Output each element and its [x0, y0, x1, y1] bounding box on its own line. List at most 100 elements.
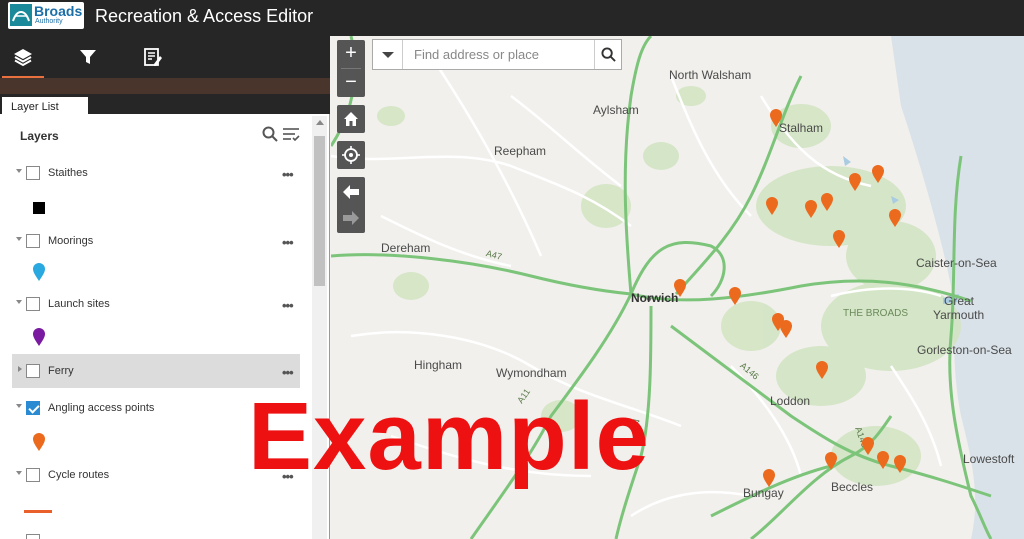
- place-caister-on-sea: Caister-on-Sea: [916, 256, 997, 270]
- search-icon: [601, 47, 616, 62]
- widget-toolbar: [0, 36, 330, 78]
- locate-button[interactable]: [337, 141, 365, 169]
- place-great: Great: [944, 294, 975, 308]
- angling-access-pin-icon[interactable]: [762, 468, 776, 488]
- layer-label: Angling access points: [48, 402, 155, 414]
- zoom-control: + −: [337, 40, 365, 97]
- layer-row-moorings[interactable]: Moorings •••: [12, 224, 300, 258]
- filter-list-icon[interactable]: [282, 126, 300, 142]
- back-arrow-icon[interactable]: [343, 185, 359, 199]
- layer-row-staithes[interactable]: Staithes •••: [12, 156, 300, 190]
- panel-tab-bar: Layer List: [0, 94, 330, 115]
- angling-access-pin-icon[interactable]: [888, 208, 902, 228]
- place-wymondham: Wymondham: [496, 366, 567, 380]
- layer-options-icon[interactable]: •••: [282, 235, 294, 250]
- layer-visibility-checkbox[interactable]: [26, 534, 40, 539]
- expand-caret-icon[interactable]: [16, 300, 22, 304]
- launch-sites-legend-pin-icon: [33, 328, 45, 346]
- layer-label: Cycle routes: [48, 469, 110, 481]
- layer-options-icon[interactable]: •••: [282, 365, 294, 380]
- logo-subtitle: Authority: [35, 18, 63, 25]
- place-bungay: Bungay: [743, 486, 784, 500]
- layer-visibility-checkbox[interactable]: [26, 234, 40, 248]
- app-header: Broads Authority Recreation & Access Edi…: [0, 0, 1024, 36]
- layer-label: Launch sites: [48, 298, 110, 310]
- place-dereham: Dereham: [381, 241, 431, 255]
- angling-access-pin-icon[interactable]: [804, 199, 818, 219]
- place-north-walsham: North Walsham: [669, 68, 752, 82]
- expand-caret-icon[interactable]: [16, 237, 22, 241]
- layer-visibility-checkbox[interactable]: [26, 401, 40, 415]
- cycle-routes-legend-line: [24, 510, 52, 513]
- forward-arrow-icon[interactable]: [343, 211, 359, 225]
- layer-label: Moorings: [48, 235, 94, 247]
- layers-heading: Layers: [20, 129, 59, 143]
- layer-row-partial[interactable]: [12, 530, 300, 539]
- zoom-in-button[interactable]: +: [337, 40, 365, 68]
- layer-label: Ferry: [48, 365, 74, 377]
- layers-tool-button[interactable]: [2, 36, 44, 78]
- scroll-thumb[interactable]: [314, 136, 325, 286]
- broads-authority-logo: Broads Authority: [8, 2, 84, 29]
- place-reepham: Reepham: [494, 144, 547, 158]
- layer-label: Staithes: [48, 167, 88, 179]
- extent-navigation: [337, 177, 365, 233]
- moorings-legend-pin-icon: [33, 263, 45, 281]
- angling-access-pin-icon[interactable]: [861, 436, 875, 456]
- filter-tool-button[interactable]: [67, 36, 109, 78]
- angling-access-pin-icon[interactable]: [871, 164, 885, 184]
- home-icon: [344, 112, 358, 126]
- layer-row-launch-sites[interactable]: Launch sites •••: [12, 287, 300, 321]
- search-icon[interactable]: [262, 126, 278, 142]
- place-stalham: Stalham: [779, 121, 824, 135]
- collapse-caret-icon[interactable]: [18, 366, 22, 372]
- angling-access-pin-icon[interactable]: [815, 360, 829, 380]
- angling-access-pin-icon[interactable]: [848, 172, 862, 192]
- angling-access-pin-icon[interactable]: [820, 192, 834, 212]
- expand-caret-icon[interactable]: [16, 169, 22, 173]
- layer-visibility-checkbox[interactable]: [26, 364, 40, 378]
- angling-access-pin-icon[interactable]: [876, 450, 890, 470]
- place-beccles: Beccles: [831, 480, 874, 494]
- scroll-up-arrow-icon[interactable]: [316, 120, 324, 125]
- layers-icon: [14, 49, 32, 67]
- angling-access-pin-icon[interactable]: [824, 451, 838, 471]
- place-yarmouth: Yarmouth: [933, 308, 985, 322]
- layer-options-icon[interactable]: •••: [282, 298, 294, 313]
- layer-visibility-checkbox[interactable]: [26, 297, 40, 311]
- place-gorleston-on-sea: Gorleston-on-Sea: [917, 343, 1012, 357]
- zoom-out-button[interactable]: −: [337, 69, 365, 97]
- place-hingham: Hingham: [414, 358, 463, 372]
- angling-access-pin-icon[interactable]: [765, 196, 779, 216]
- angling-legend-pin-icon: [33, 433, 45, 451]
- place-loddon: Loddon: [770, 394, 811, 408]
- edit-tool-button[interactable]: [132, 36, 174, 78]
- layer-options-icon[interactable]: •••: [282, 167, 294, 182]
- place-aylsham: Aylsham: [593, 103, 639, 117]
- place-norwich: Norwich: [631, 291, 679, 305]
- angling-access-pin-icon[interactable]: [779, 319, 793, 339]
- place-the-broads: THE BROADS: [843, 308, 909, 319]
- app-title: Recreation & Access Editor: [95, 6, 314, 26]
- locate-icon: [342, 146, 360, 164]
- search-widget: [372, 39, 622, 70]
- layer-visibility-checkbox[interactable]: [26, 468, 40, 482]
- search-button[interactable]: [594, 40, 622, 69]
- angling-access-pin-icon[interactable]: [769, 108, 783, 128]
- example-watermark: Example: [248, 383, 650, 490]
- expand-caret-icon[interactable]: [16, 471, 22, 475]
- search-source-dropdown[interactable]: [373, 40, 403, 69]
- layer-visibility-checkbox[interactable]: [26, 166, 40, 180]
- angling-access-pin-icon[interactable]: [893, 454, 907, 474]
- angling-access-pin-icon[interactable]: [832, 229, 846, 249]
- tab-layer-list[interactable]: Layer List: [2, 97, 88, 115]
- angling-access-pin-icon[interactable]: [728, 286, 742, 306]
- logo-mark-icon: [10, 4, 32, 26]
- search-input[interactable]: [404, 40, 594, 69]
- angling-access-pin-icon[interactable]: [673, 278, 687, 298]
- home-button[interactable]: [337, 105, 365, 133]
- toolbar-divider: [0, 78, 330, 94]
- edit-icon: [144, 48, 162, 66]
- expand-caret-icon[interactable]: [16, 404, 22, 408]
- place-lowestoft: Lowestoft: [963, 452, 1015, 466]
